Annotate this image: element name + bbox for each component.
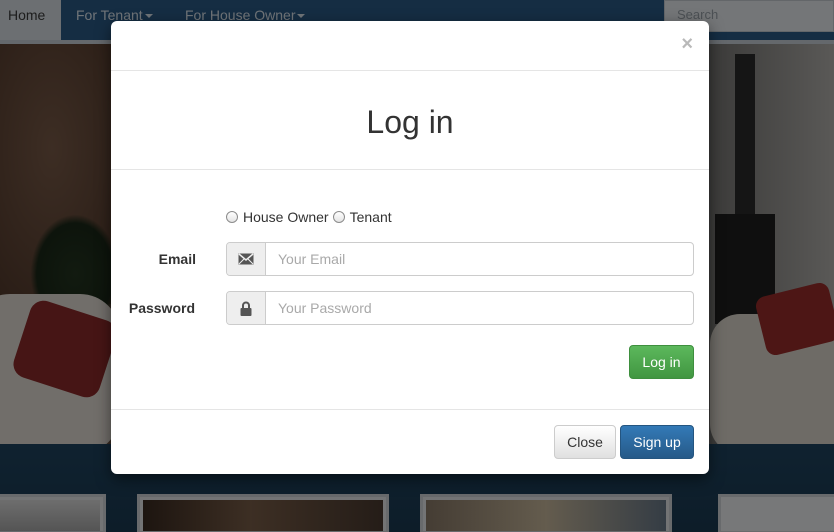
close-icon[interactable]: × [681, 34, 693, 54]
password-field[interactable] [266, 292, 693, 324]
envelope-icon [227, 243, 266, 275]
password-label: Password [128, 300, 195, 316]
email-field[interactable] [266, 243, 693, 275]
login-button[interactable]: Log in [629, 345, 694, 379]
lock-icon [227, 292, 266, 324]
radio-house-owner[interactable] [226, 211, 238, 223]
modal-footer-divider [111, 409, 709, 410]
modal-title: Log in [366, 104, 454, 140]
modal-header: × [111, 21, 709, 71]
close-button[interactable]: Close [554, 425, 616, 459]
password-input-group [226, 291, 694, 325]
radio-tenant[interactable] [332, 211, 345, 223]
radio-tenant-label[interactable]: Tenant [350, 209, 392, 225]
email-label: Email [158, 251, 196, 267]
signup-button[interactable]: Sign up [620, 425, 694, 459]
radio-house-owner-label[interactable]: House Owner [243, 209, 329, 225]
role-selector: House Owner Tenant [226, 207, 396, 227]
login-modal: × Log in House Owner Tenant Email Passwo… [111, 21, 709, 474]
modal-title-area: Log in [111, 71, 709, 170]
email-input-group [226, 242, 694, 276]
